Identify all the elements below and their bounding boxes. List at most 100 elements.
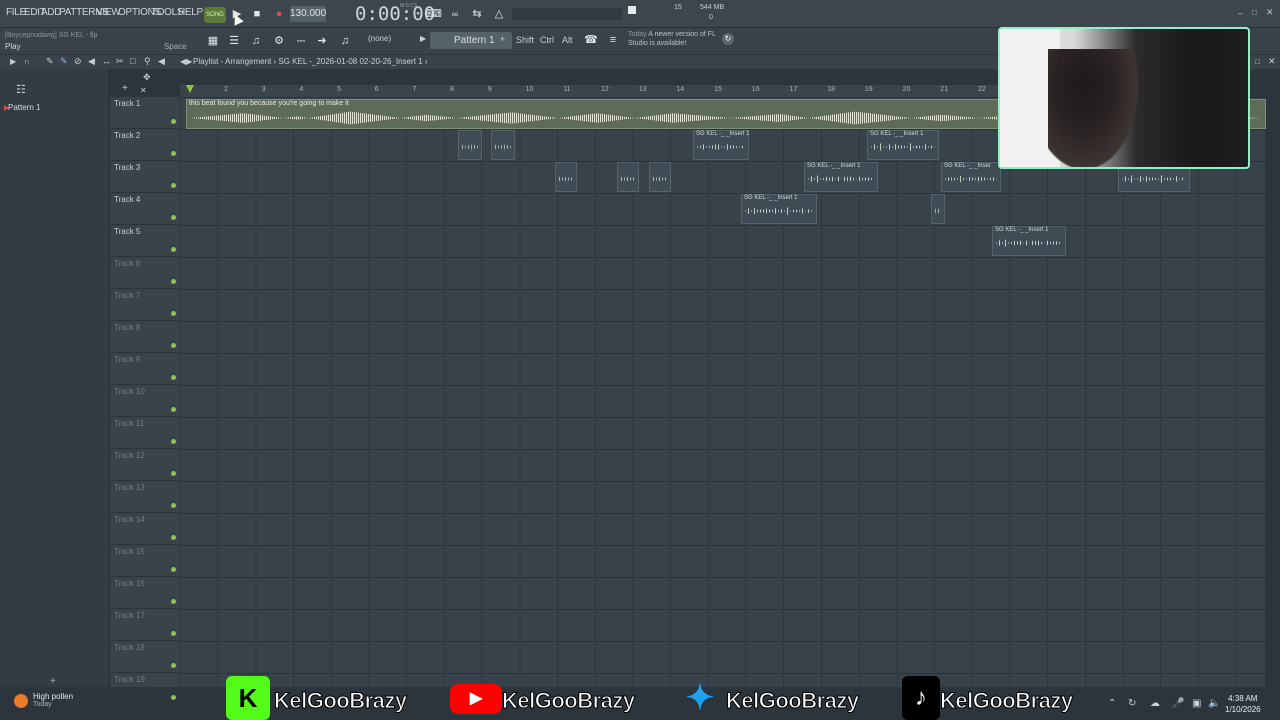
picker-add-icon[interactable]: + [50, 676, 56, 687]
audio-clip[interactable] [649, 162, 671, 192]
weather-widget[interactable]: High pollen Today [33, 692, 73, 708]
track-mute-led-icon[interactable] [171, 311, 176, 316]
audio-clip[interactable]: SG KEL -_ _Insert 1 [693, 130, 749, 160]
track-mute-led-icon[interactable] [171, 407, 176, 412]
audio-clip[interactable]: SG KEL -_ _Insert 1 [741, 194, 817, 224]
audio-clip[interactable] [555, 162, 577, 192]
slip-tool-icon[interactable]: ↔ [102, 56, 111, 66]
minimize-icon[interactable]: – [1238, 8, 1243, 18]
audio-clip[interactable] [458, 130, 482, 160]
zoom-tool-icon[interactable]: ⚲ [144, 56, 151, 67]
navigator-icon[interactable]: ✥ [143, 72, 151, 83]
track-header[interactable]: Track 3 [110, 161, 180, 193]
song-mode-toggle[interactable]: SONG [204, 7, 226, 23]
draw-tool-icon[interactable]: ✎ [46, 56, 54, 67]
menu-help[interactable]: HELP [178, 7, 203, 18]
playlist-close-icon[interactable]: ✕ [1268, 56, 1276, 67]
track-mute-led-icon[interactable] [171, 151, 176, 156]
audio-clip[interactable] [491, 130, 515, 160]
mute-tool-icon[interactable]: ◀ [88, 56, 95, 67]
track-mute-led-icon[interactable] [171, 375, 176, 380]
track-header[interactable]: Track 13 [110, 481, 180, 513]
playback-tool-icon[interactable]: ◀ [158, 56, 165, 67]
tray-cloud-icon[interactable]: ☁ [1150, 698, 1160, 709]
track-mute-led-icon[interactable] [171, 119, 176, 124]
track-mute-led-icon[interactable] [171, 663, 176, 668]
mixer-icon[interactable]: ⎓ [292, 32, 310, 50]
tray-volume-icon[interactable]: 🔈 [1208, 698, 1220, 709]
playlist-grid[interactable] [180, 97, 1265, 687]
record-icon[interactable]: ● [270, 5, 288, 23]
track-header[interactable]: Track 19 [110, 673, 180, 705]
audio-clip[interactable] [617, 162, 639, 192]
track-header[interactable]: Track 16 [110, 577, 180, 609]
track-header[interactable]: Track 8 [110, 321, 180, 353]
snap-selector[interactable]: (none) [368, 34, 391, 43]
tray-display-icon[interactable]: ▣ [1192, 698, 1201, 709]
news-panel[interactable]: Today A newer version of FL Studio is av… [628, 30, 728, 48]
track-header[interactable]: Track 9 [110, 353, 180, 385]
delete-tool-icon[interactable]: ⊘ [74, 56, 82, 67]
metronome-icon[interactable]: △ [490, 5, 508, 23]
track-header[interactable]: Track 7 [110, 289, 180, 321]
magnet-icon[interactable]: ∩ [24, 57, 30, 66]
typing-keyboard-icon[interactable]: ⌨ [425, 5, 443, 23]
track-header[interactable]: Track 10 [110, 385, 180, 417]
add-track-icon[interactable]: + [122, 83, 128, 94]
track-mute-led-icon[interactable] [171, 215, 176, 220]
ctrl-key-button[interactable]: Ctrl [540, 35, 554, 45]
track-header[interactable]: Track 12 [110, 449, 180, 481]
maximize-icon[interactable]: □ [1252, 8, 1257, 17]
options-arrow-icon[interactable]: ▶ [10, 57, 16, 66]
track-header[interactable]: Track 15 [110, 545, 180, 577]
audio-clip[interactable]: SG KEL -_ _Insert 1 [804, 162, 878, 192]
track-mute-led-icon[interactable] [171, 343, 176, 348]
tray-mic-icon[interactable]: 🎤 [1172, 698, 1184, 709]
audio-clip[interactable] [931, 194, 945, 224]
audio-clip[interactable]: SG KEL -_ _Insert 1 [992, 226, 1066, 256]
select-tool-icon[interactable]: □ [130, 56, 135, 66]
master-pitch-slider[interactable] [512, 8, 622, 20]
track-mute-led-icon[interactable] [171, 535, 176, 540]
audio-clip[interactable]: SG KEL -_ _Inser [941, 162, 1001, 192]
playlist-view-icon[interactable]: ▦ [204, 32, 222, 50]
weather-icon[interactable] [14, 694, 28, 708]
track-mute-led-icon[interactable] [171, 695, 176, 700]
playhead-icon[interactable] [186, 85, 194, 93]
tray-sync-icon[interactable]: ↻ [1128, 698, 1136, 709]
playlist-maximize-icon[interactable]: □ [1255, 57, 1260, 66]
performance-mode-icon[interactable]: ≡ [604, 31, 622, 49]
piano-icon[interactable]: ☷ [16, 83, 26, 96]
menu-view[interactable]: VIEW [96, 7, 121, 18]
tempo-tap-icon[interactable]: ☎ [582, 31, 600, 49]
track-mute-led-icon[interactable] [171, 183, 176, 188]
microphone-icon[interactable]: ♫ [336, 32, 354, 50]
paint-tool-icon[interactable]: ✎ [60, 56, 68, 67]
tray-overflow-icon[interactable]: ⌃ [1108, 698, 1116, 709]
picker-pattern-item[interactable]: Pattern 1 [8, 103, 40, 112]
track-header[interactable]: Track 6 [110, 257, 180, 289]
track-mute-led-icon[interactable] [171, 631, 176, 636]
track-mute-led-icon[interactable] [171, 279, 176, 284]
audio-clip[interactable]: SG KEL -_ _Insert 1 [867, 130, 939, 160]
track-header[interactable]: Track 11 [110, 417, 180, 449]
taskbar-clock[interactable]: 4:38 AM 1/10/2026 [1225, 693, 1261, 715]
alt-key-button[interactable]: Alt [562, 35, 573, 45]
track-header[interactable]: Track 17 [110, 609, 180, 641]
close-icon[interactable]: ✕ [1266, 7, 1274, 18]
track-mute-led-icon[interactable] [171, 503, 176, 508]
update-icon[interactable]: ↻ [722, 33, 734, 45]
shift-key-button[interactable]: Shift [516, 35, 534, 45]
track-header[interactable]: Track 1 [110, 97, 180, 129]
track-header[interactable]: Track 4 [110, 193, 180, 225]
track-mute-led-icon[interactable] [171, 567, 176, 572]
track-mute-led-icon[interactable] [171, 471, 176, 476]
track-header[interactable]: Track 5 [110, 225, 180, 257]
stop-icon[interactable]: ■ [248, 5, 266, 23]
browser-icon[interactable]: ⚙ [270, 32, 288, 50]
pattern-prev-icon[interactable]: ▶ [420, 34, 426, 43]
channel-rack-icon[interactable]: ☰ [225, 32, 243, 50]
playlist-breadcrumb[interactable]: SG KEL -_2026-01-08 02-20-26_Insert 1 [278, 57, 422, 66]
slice-tool-icon[interactable]: ✂ [116, 56, 124, 67]
piano-roll-icon[interactable]: ♫ [247, 32, 265, 50]
